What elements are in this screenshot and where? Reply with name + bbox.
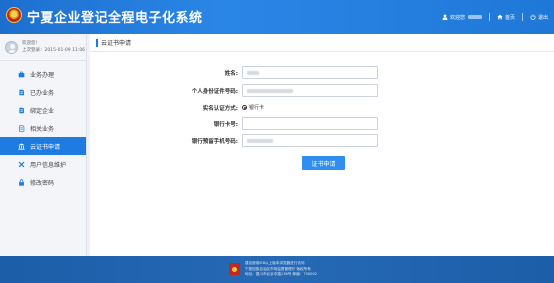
sidebar-item-user-info[interactable]: 用户信息维护 bbox=[0, 155, 86, 173]
header-divider bbox=[521, 13, 523, 21]
welcome-text: 欢迎您 bbox=[449, 14, 465, 21]
user-name-redacted bbox=[467, 15, 482, 19]
page-title: 云证书申请 bbox=[101, 40, 132, 47]
document-icon bbox=[18, 89, 25, 96]
sidebar: 欢迎您! 上次登录：2015-01-09 11:06 业务办理 已办业务 绑定企… bbox=[0, 34, 87, 256]
sidebar-item-business[interactable]: 业务办理 bbox=[0, 65, 86, 83]
user-icon bbox=[442, 14, 448, 20]
document-icon bbox=[18, 124, 25, 132]
id-number-field[interactable] bbox=[242, 84, 378, 97]
redacted-value bbox=[247, 139, 273, 143]
sidebar-item-bind-company[interactable]: 绑定企业 bbox=[0, 101, 86, 119]
sidebar-item-related[interactable]: 相关业务 bbox=[0, 119, 86, 137]
auth-method-label: 实名认证方式: bbox=[202, 106, 238, 112]
home-icon bbox=[497, 14, 503, 20]
emblem-icon bbox=[229, 263, 240, 275]
logout-link[interactable]: 退出 bbox=[530, 14, 548, 21]
main-content: 云证书申请 姓名: 个人身份证件号码: 实名认证方式: 银行卡 银行卡号: 银行… bbox=[90, 34, 554, 256]
header-user-bar: 欢迎您 首页 退出 bbox=[442, 11, 548, 23]
bank-card-field[interactable] bbox=[242, 117, 378, 130]
breadcrumb: 云证书申请 bbox=[90, 34, 554, 52]
form-row-card: 银行卡号: bbox=[90, 117, 554, 131]
sidebar-item-label: 修改密码 bbox=[30, 179, 55, 187]
sidebar-item-label: 已办业务 bbox=[30, 89, 55, 97]
top-header: 宁夏企业登记全程电子化系统 欢迎您 首页 退出 bbox=[0, 0, 554, 34]
home-link[interactable]: 首页 bbox=[497, 14, 515, 21]
form-row-name: 姓名: bbox=[90, 66, 554, 80]
form-row-phone: 银行预留手机号码: bbox=[90, 134, 554, 148]
header-divider bbox=[488, 13, 490, 21]
sidebar-nav: 业务办理 已办业务 绑定企业 相关业务 云证书申请 用户信息维护 修改密码 bbox=[0, 61, 86, 191]
avatar bbox=[5, 40, 18, 54]
briefcase-icon bbox=[18, 71, 25, 78]
auth-option-bank-card[interactable]: 银行卡 bbox=[242, 104, 264, 111]
sidebar-item-label: 绑定企业 bbox=[30, 107, 55, 115]
form-row-id: 个人身份证件号码: bbox=[90, 84, 554, 98]
apply-certificate-button[interactable]: 证书申请 bbox=[302, 156, 345, 170]
footer-address: 地址：银川市北京中路136号 邮编：750002 bbox=[245, 272, 318, 276]
sidebar-item-done[interactable]: 已办业务 bbox=[0, 83, 86, 101]
sidebar-item-label: 云证书申请 bbox=[30, 143, 61, 151]
logout-label: 退出 bbox=[537, 14, 548, 21]
auth-option-label: 银行卡 bbox=[249, 105, 265, 111]
id-number-label: 个人身份证件号码: bbox=[191, 89, 238, 95]
sidebar-item-label: 相关业务 bbox=[30, 125, 55, 133]
user-panel: 欢迎您! 上次登录：2015-01-09 11:06 bbox=[0, 34, 86, 61]
home-label: 首页 bbox=[504, 14, 515, 21]
form-row-auth: 实名认证方式: 银行卡 bbox=[90, 101, 554, 115]
redacted-value bbox=[247, 89, 293, 93]
sidebar-item-change-password[interactable]: 修改密码 bbox=[0, 173, 86, 191]
last-login: 上次登录：2015-01-09 11:06 bbox=[22, 48, 86, 53]
phone-label: 银行预留手机号码: bbox=[191, 139, 238, 145]
tools-icon bbox=[18, 161, 25, 168]
sidebar-item-label: 用户信息维护 bbox=[30, 161, 67, 169]
redacted-value bbox=[247, 71, 259, 75]
breadcrumb-marker bbox=[96, 38, 98, 47]
user-menu[interactable]: 欢迎您 bbox=[442, 14, 482, 21]
bank-icon bbox=[18, 143, 25, 150]
footer: 建议使用IE8以上版本浏览器进行访问 宁夏回族自治区市场监督管理厅 版权所有 地… bbox=[0, 256, 554, 283]
user-greeting: 欢迎您! bbox=[22, 41, 38, 46]
name-field[interactable] bbox=[242, 66, 378, 79]
power-icon bbox=[530, 14, 536, 20]
document-icon bbox=[18, 107, 25, 114]
national-emblem-icon bbox=[6, 7, 22, 23]
sidebar-item-cloud-cert[interactable]: 云证书申请 bbox=[0, 137, 86, 155]
sidebar-item-label: 业务办理 bbox=[30, 71, 55, 79]
bank-card-label: 银行卡号: bbox=[213, 122, 238, 128]
lock-icon bbox=[18, 178, 25, 186]
radio-button[interactable] bbox=[242, 105, 247, 110]
name-label: 姓名: bbox=[224, 71, 238, 77]
phone-field[interactable] bbox=[242, 134, 378, 147]
app-title: 宁夏企业登记全程电子化系统 bbox=[27, 11, 203, 26]
